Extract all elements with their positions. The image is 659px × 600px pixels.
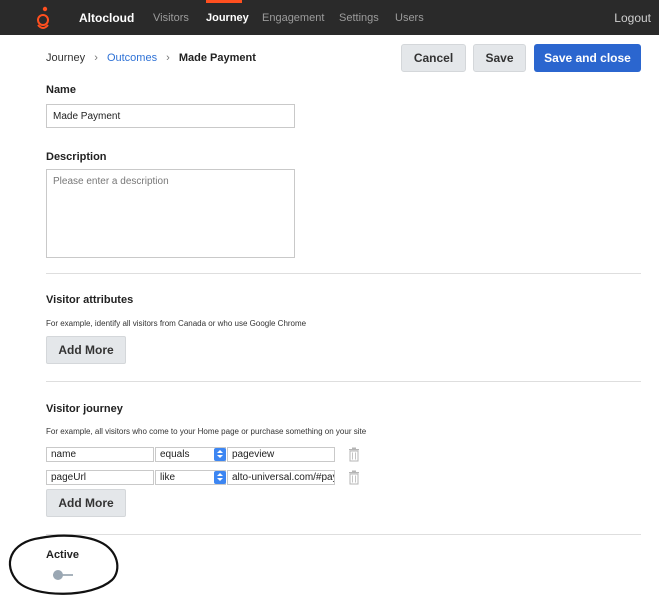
cancel-button[interactable]: Cancel bbox=[401, 44, 466, 72]
divider bbox=[46, 273, 641, 274]
trash-icon[interactable] bbox=[348, 447, 360, 462]
trash-icon[interactable] bbox=[348, 470, 360, 485]
journey-row-field-input[interactable]: pageUrl bbox=[46, 470, 154, 485]
journey-row-value-input[interactable]: pageview bbox=[227, 447, 335, 462]
highlight-circle-annotation bbox=[8, 534, 119, 595]
visitor-journey-hint: For example, all visitors who come to yo… bbox=[46, 427, 367, 436]
save-and-close-button[interactable]: Save and close bbox=[534, 44, 641, 72]
breadcrumb-journey[interactable]: Journey bbox=[46, 52, 85, 64]
description-label: Description bbox=[46, 151, 107, 163]
add-attribute-button[interactable]: Add More bbox=[46, 336, 126, 364]
description-textarea[interactable]: Please enter a description bbox=[46, 169, 295, 258]
top-navbar: Altocloud Visitors Journey Engagement Se… bbox=[0, 0, 659, 35]
visitor-journey-title: Visitor journey bbox=[46, 403, 123, 415]
nav-item-journey[interactable]: Journey bbox=[206, 12, 249, 24]
chevron-right-icon: › bbox=[94, 52, 98, 64]
nav-item-engagement[interactable]: Engagement bbox=[262, 12, 324, 24]
nav-item-users[interactable]: Users bbox=[395, 12, 424, 24]
add-journey-button[interactable]: Add More bbox=[46, 489, 126, 517]
brand-name: Altocloud bbox=[79, 11, 135, 25]
select-arrows-icon[interactable] bbox=[214, 448, 226, 461]
active-label: Active bbox=[46, 549, 80, 561]
nav-active-indicator bbox=[206, 0, 242, 3]
breadcrumb: Journey › Outcomes › Made Payment bbox=[46, 52, 256, 64]
nav-item-settings[interactable]: Settings bbox=[339, 12, 379, 24]
visitor-attributes-title: Visitor attributes bbox=[46, 294, 134, 306]
logout-link[interactable]: Logout bbox=[614, 11, 651, 25]
select-arrows-icon[interactable] bbox=[214, 471, 226, 484]
toggle-icon[interactable] bbox=[47, 567, 79, 583]
journey-row-field-input[interactable]: name bbox=[46, 447, 154, 462]
chevron-right-icon: › bbox=[166, 52, 170, 64]
visitor-attributes-hint: For example, identify all visitors from … bbox=[46, 319, 307, 328]
nav-item-visitors[interactable]: Visitors bbox=[153, 12, 189, 24]
name-label: Name bbox=[46, 84, 76, 96]
name-input[interactable]: Made Payment bbox=[46, 104, 295, 128]
altocloud-logo-icon[interactable] bbox=[36, 6, 50, 30]
journey-row-value-input[interactable]: alto-universal.com/#pay bbox=[227, 470, 335, 485]
divider bbox=[46, 534, 641, 535]
breadcrumb-current: Made Payment bbox=[178, 52, 256, 64]
divider bbox=[46, 381, 641, 382]
breadcrumb-outcomes[interactable]: Outcomes bbox=[107, 52, 157, 64]
save-button[interactable]: Save bbox=[473, 44, 526, 72]
